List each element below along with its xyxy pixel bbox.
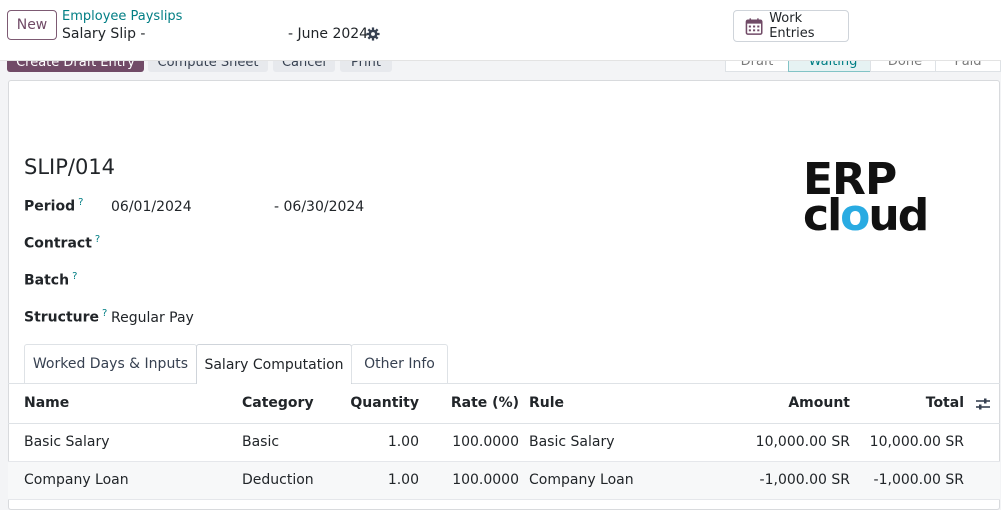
breadcrumb-date: - June 2024 <box>288 26 369 42</box>
structure-label: Structure? <box>24 308 108 326</box>
cell-rate: 100.0000 <box>452 434 519 450</box>
column-total[interactable]: Total <box>864 395 964 411</box>
work-entries-label: Work Entries <box>769 11 815 41</box>
column-name[interactable]: Name <box>24 395 69 411</box>
work-entries-button[interactable]: Work Entries <box>733 10 849 42</box>
table-header: Name Category Quantity Rate (%) Rule Amo… <box>8 384 1000 424</box>
batch-label: Batch? <box>24 271 78 289</box>
column-quantity[interactable]: Quantity <box>338 395 419 411</box>
calendar-icon <box>745 17 763 35</box>
column-category[interactable]: Category <box>242 395 314 411</box>
help-tooltip-icon[interactable]: ? <box>78 197 83 208</box>
new-button[interactable]: New <box>7 10 57 40</box>
tab-other-info[interactable]: Other Info <box>351 344 448 383</box>
payslip-reference: SLIP/014 <box>24 155 116 179</box>
cell-total: 10,000.00 SR <box>869 434 964 450</box>
tab-worked-days-inputs[interactable]: Worked Days & Inputs <box>24 344 197 383</box>
breadcrumb-parent-link[interactable]: Employee Payslips <box>62 9 182 24</box>
contract-label: Contract? <box>24 234 101 252</box>
tab-salary-computation[interactable]: Salary Computation <box>196 344 352 384</box>
help-tooltip-icon[interactable]: ? <box>102 308 107 319</box>
help-tooltip-icon[interactable]: ? <box>72 271 77 282</box>
table-row[interactable]: Basic Salary Basic 1.00 100.0000 Basic S… <box>8 424 1000 462</box>
table-row[interactable]: Company Loan Deduction 1.00 100.0000 Com… <box>8 462 1000 500</box>
cell-total: -1,000.00 SR <box>873 472 964 488</box>
cell-rule: Company Loan <box>529 472 634 488</box>
column-rule[interactable]: Rule <box>529 395 564 411</box>
period-from-field[interactable]: 06/01/2024 <box>111 199 192 215</box>
breadcrumb-current: Salary Slip - <box>62 26 146 42</box>
cell-rate: 100.0000 <box>452 472 519 488</box>
company-logo: ERP cloud <box>803 158 953 241</box>
period-label: Period? <box>24 197 84 215</box>
cell-amount: -1,000.00 SR <box>759 472 850 488</box>
column-rate[interactable]: Rate (%) <box>438 395 519 411</box>
period-to-field[interactable]: - 06/30/2024 <box>274 199 364 215</box>
cell-rule: Basic Salary <box>529 434 615 450</box>
cell-quantity: 1.00 <box>387 434 419 450</box>
control-panel: New Employee Payslips Salary Slip - - Ju… <box>0 0 1001 61</box>
cell-amount: 10,000.00 SR <box>755 434 850 450</box>
cell-quantity: 1.00 <box>387 472 419 488</box>
cell-name: Basic Salary <box>24 434 110 450</box>
logo-text-bottom: cloud <box>803 190 929 241</box>
cell-name: Company Loan <box>24 472 129 488</box>
cell-category: Basic <box>242 434 280 450</box>
column-amount[interactable]: Amount <box>750 395 850 411</box>
gear-icon[interactable] <box>366 27 380 41</box>
structure-field[interactable]: Regular Pay <box>111 310 194 326</box>
help-tooltip-icon[interactable]: ? <box>95 234 100 245</box>
cell-category: Deduction <box>242 472 314 488</box>
column-options-icon[interactable] <box>975 397 991 411</box>
